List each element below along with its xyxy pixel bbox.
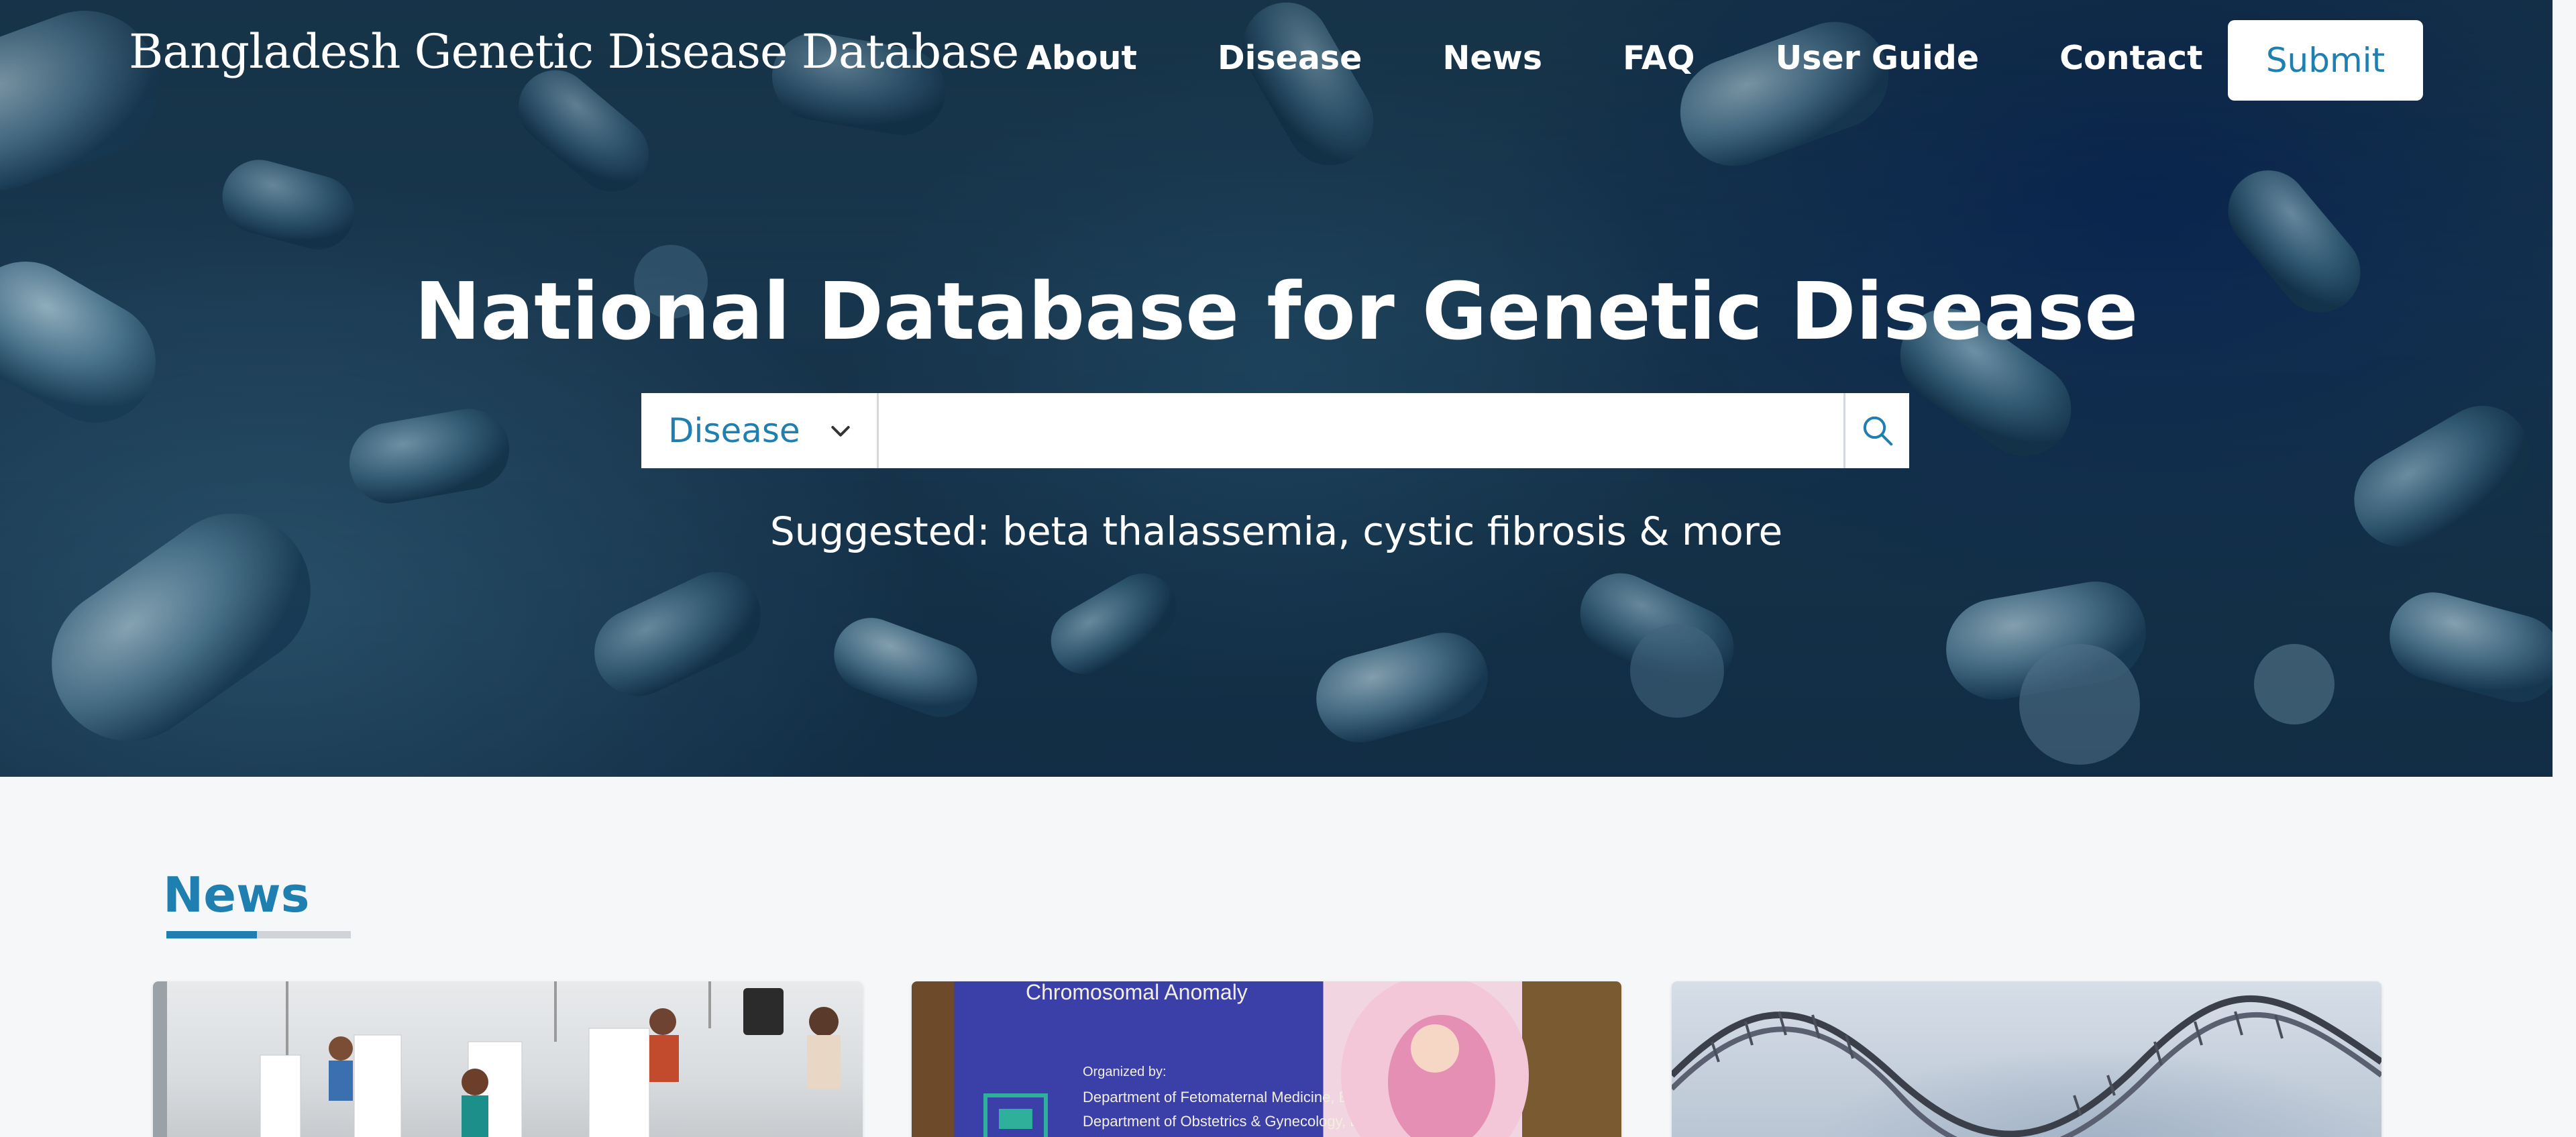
news-card-2[interactable]: Chromosomal Anomaly Organized by: Depart… <box>912 981 1621 1137</box>
dna-helix-image <box>1672 981 2381 1137</box>
search-category-select[interactable]: Disease <box>641 393 879 468</box>
news-underline-accent <box>166 931 257 938</box>
hero-banner: Bangladesh Genetic Disease Database Abou… <box>0 0 2553 777</box>
search-input[interactable] <box>879 393 1843 468</box>
hospital-ward-image <box>153 981 863 1137</box>
news-heading: News <box>163 867 310 923</box>
nav-disease[interactable]: Disease <box>1218 39 1362 77</box>
navbar: Bangladesh Genetic Disease Database Abou… <box>0 0 2553 121</box>
news-underline <box>166 931 351 938</box>
dna-helix-illustration <box>1672 995 2381 1137</box>
hero-title: National Database for Genetic Disease <box>414 265 2139 358</box>
submit-button[interactable]: Submit <box>2228 20 2423 101</box>
banner-line-1: Chromosomal Anomaly <box>1026 981 1248 1004</box>
banner-line-2: Organized by: <box>1083 1065 1167 1079</box>
nav-news[interactable]: News <box>1442 39 1542 77</box>
nav-faq[interactable]: FAQ <box>1623 39 1695 77</box>
nav-user-guide[interactable]: User Guide <box>1775 39 1979 77</box>
conference-banner-image: Chromosomal Anomaly Organized by: Depart… <box>912 981 1621 1137</box>
news-card-1[interactable] <box>153 981 863 1137</box>
search-suggestions: Suggested: beta thalassemia, cystic fibr… <box>769 508 1783 554</box>
search-icon <box>1863 416 1892 446</box>
nav-contact[interactable]: Contact <box>2059 39 2202 77</box>
search-bar: Disease <box>641 393 1909 468</box>
site-brand[interactable]: Bangladesh Genetic Disease Database <box>129 24 1019 79</box>
fetus-illustration <box>1341 981 1529 1137</box>
search-button[interactable] <box>1843 393 1909 468</box>
nav-about[interactable]: About <box>1026 39 1137 77</box>
nav-links: About Disease News FAQ User Guide Contac… <box>1026 39 2203 77</box>
news-card-3[interactable] <box>1672 981 2381 1137</box>
chevron-down-icon <box>830 426 850 437</box>
bsmmu-logo-icon <box>983 1093 1048 1137</box>
hospital-ward-illustration <box>260 981 841 1137</box>
search-category-value: Disease <box>668 411 800 450</box>
